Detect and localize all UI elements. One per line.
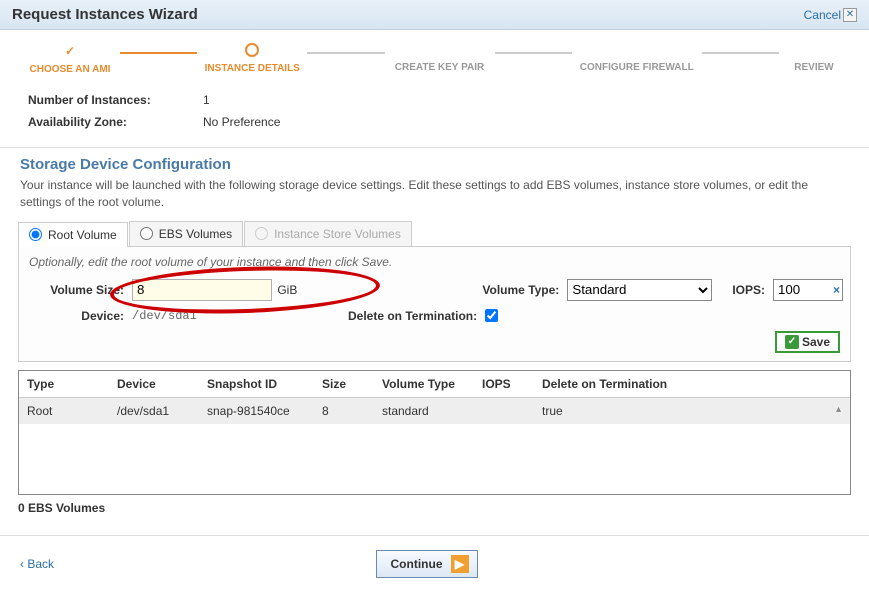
step-label: CREATE KEY PAIR xyxy=(395,62,484,73)
step-review[interactable]: REVIEW xyxy=(779,46,849,73)
volume-size-unit: GiB xyxy=(277,283,297,297)
cell-type: Root xyxy=(19,397,109,424)
panel-note: Optionally, edit the root volume of your… xyxy=(29,255,840,269)
arrow-right-icon: ▶ xyxy=(451,555,469,573)
step-instance-details[interactable]: INSTANCE DETAILS xyxy=(197,45,307,74)
scroll-up-icon[interactable]: ▴ xyxy=(836,404,848,416)
root-volume-panel: Optionally, edit the root volume of your… xyxy=(18,247,851,362)
cell-iops xyxy=(474,397,534,424)
instance-summary: Number of Instances: 1 Availability Zone… xyxy=(0,81,869,141)
device-label: Device: xyxy=(29,309,124,323)
volume-type-select[interactable]: Standard xyxy=(567,279,712,301)
availability-zone-label: Availability Zone: xyxy=(28,115,203,129)
storage-section-title: Storage Device Configuration xyxy=(0,147,869,177)
step-label: INSTANCE DETAILS xyxy=(205,63,300,74)
num-instances-value: 1 xyxy=(203,93,210,107)
checkmark-icon: ✓ xyxy=(785,335,799,349)
iops-label: IOPS: xyxy=(732,283,765,297)
tab-label: Root Volume xyxy=(48,228,117,242)
cell-device: /dev/sda1 xyxy=(109,397,199,424)
wizard-steps: ✓ CHOOSE AN AMI INSTANCE DETAILS CREATE … xyxy=(0,30,869,81)
cell-snapshot: snap-981540ce xyxy=(199,397,314,424)
tab-label: Instance Store Volumes xyxy=(274,227,401,241)
step-choose-ami[interactable]: ✓ CHOOSE AN AMI xyxy=(20,44,120,75)
ebs-volume-count: 0 EBS Volumes xyxy=(0,497,869,535)
cancel-button[interactable]: Cancel ✕ xyxy=(804,8,857,22)
step-dot-icon xyxy=(245,43,259,57)
volumes-table: Type Device Snapshot ID Size Volume Type… xyxy=(19,371,850,424)
save-label: Save xyxy=(802,335,830,349)
wizard-header: Request Instances Wizard Cancel ✕ xyxy=(0,0,869,30)
step-label: CONFIGURE FIREWALL xyxy=(580,62,694,73)
step-connector xyxy=(495,52,572,54)
step-connector xyxy=(120,52,197,54)
wizard-title: Request Instances Wizard xyxy=(12,6,198,23)
continue-label: Continue xyxy=(391,557,443,571)
volume-type-label: Volume Type: xyxy=(482,283,559,297)
cell-delete: true xyxy=(534,397,850,424)
volumes-table-wrap: Type Device Snapshot ID Size Volume Type… xyxy=(18,370,851,495)
tab-instance-store: Instance Store Volumes xyxy=(244,221,412,246)
col-voltype: Volume Type xyxy=(374,371,474,398)
availability-zone-value: No Preference xyxy=(203,115,280,129)
col-delete: Delete on Termination xyxy=(534,371,850,398)
table-header-row: Type Device Snapshot ID Size Volume Type… xyxy=(19,371,850,398)
storage-tabs: Root Volume EBS Volumes Instance Store V… xyxy=(18,221,851,247)
save-button[interactable]: ✓ Save xyxy=(775,331,840,353)
step-label: REVIEW xyxy=(794,62,833,73)
col-type: Type xyxy=(19,371,109,398)
device-value: /dev/sda1 xyxy=(132,309,292,323)
table-row[interactable]: Root /dev/sda1 snap-981540ce 8 standard … xyxy=(19,397,850,424)
storage-section-desc: Your instance will be launched with the … xyxy=(0,177,869,221)
step-connector xyxy=(702,52,779,54)
back-button[interactable]: ‹ Back xyxy=(20,557,54,571)
col-device: Device xyxy=(109,371,199,398)
tab-root-volume[interactable]: Root Volume xyxy=(18,222,128,247)
col-iops: IOPS xyxy=(474,371,534,398)
table-empty-area: ▴ xyxy=(19,424,850,494)
step-create-key-pair[interactable]: CREATE KEY PAIR xyxy=(385,46,495,73)
cell-size: 8 xyxy=(314,397,374,424)
volume-size-label: Volume Size: xyxy=(29,283,124,297)
delete-on-termination-label: Delete on Termination: xyxy=(348,309,477,323)
col-snapshot: Snapshot ID xyxy=(199,371,314,398)
num-instances-label: Number of Instances: xyxy=(28,93,203,107)
wizard-footer: ‹ Back Continue ▶ xyxy=(0,535,869,592)
step-configure-firewall[interactable]: CONFIGURE FIREWALL xyxy=(572,46,702,73)
checkmark-icon: ✓ xyxy=(20,44,120,58)
tab-label: EBS Volumes xyxy=(159,227,232,241)
delete-on-termination-checkbox[interactable] xyxy=(485,309,498,322)
step-label: CHOOSE AN AMI xyxy=(30,64,111,75)
cell-voltype: standard xyxy=(374,397,474,424)
volume-size-wrap: GiB xyxy=(132,279,297,301)
step-connector xyxy=(307,52,384,54)
tab-radio-root[interactable] xyxy=(29,228,42,241)
tab-radio-instance xyxy=(255,227,268,240)
continue-button[interactable]: Continue ▶ xyxy=(376,550,478,578)
clear-iops-icon[interactable]: × xyxy=(833,283,840,297)
cancel-label: Cancel xyxy=(804,8,841,22)
close-icon[interactable]: ✕ xyxy=(843,8,857,22)
tab-ebs-volumes[interactable]: EBS Volumes xyxy=(129,221,243,246)
col-size: Size xyxy=(314,371,374,398)
volume-size-input[interactable] xyxy=(132,279,272,301)
tab-radio-ebs[interactable] xyxy=(140,227,153,240)
